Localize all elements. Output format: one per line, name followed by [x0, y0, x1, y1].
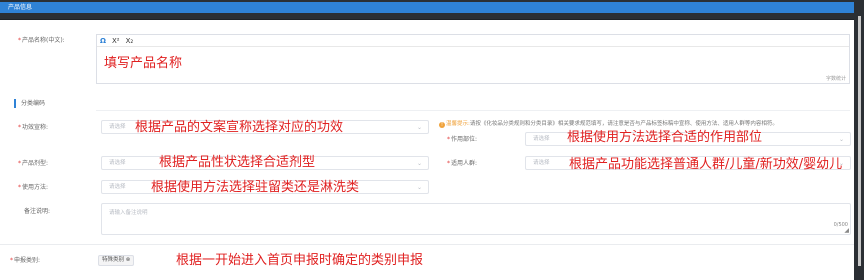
section-divider [96, 110, 850, 111]
superscript-icon[interactable]: X² [112, 36, 120, 46]
editor-toolbar: Ω X² X₂ [97, 35, 849, 47]
special-char-icon[interactable]: Ω [100, 36, 106, 46]
required-mark: * [18, 37, 21, 44]
remark-label: 备注说明: [24, 208, 51, 215]
efficacy-label: *功效宣称: [18, 124, 49, 131]
resize-handle-icon[interactable]: ◢ [844, 228, 849, 234]
declare-label: *申报类别: [10, 257, 41, 264]
category-tag-label: 特殊类别 ⊗ [102, 257, 131, 263]
word-count: 字数统计 [825, 76, 846, 82]
usage-annotation: 根据使用方法选择驻留类还是淋洗类 [151, 180, 360, 195]
declare-annotation: 根据一开始进入首页申报时确定的类别申报 [176, 253, 424, 268]
chevron-down-icon: ⌄ [416, 184, 422, 191]
section-marker [14, 99, 16, 108]
product-name-annotation: 填写产品名称 [104, 56, 183, 71]
scrollbar-track[interactable] [854, 0, 864, 280]
dosage-label: *产品剂型: [18, 160, 49, 167]
chevron-down-icon: ⌄ [416, 160, 422, 167]
panel-header: 产品信息 [0, 2, 854, 13]
notice-text: ! 温馨提示:请按《化妆品分类规则和分类目录》相关要求规范填写，请注意是否与产品标… [439, 121, 778, 128]
scrollbar-thumb[interactable] [858, 16, 861, 266]
textarea-placeholder: 请输入备注说明 [109, 210, 148, 216]
dosage-annotation: 根据产品性状选择合适剂型 [159, 155, 316, 170]
efficacy-annotation: 根据产品的文案宣称选择对应的功效 [135, 120, 344, 135]
chevron-down-icon: ⌄ [416, 124, 422, 131]
select-placeholder: 请选择 [109, 124, 126, 130]
section-title: 分类编码 [21, 100, 46, 107]
select-placeholder: 请选择 [533, 160, 550, 166]
area-annotation: 根据使用方法选择合适的作用部位 [567, 130, 763, 145]
section-divider [0, 244, 854, 245]
chevron-down-icon: ⌄ [838, 136, 844, 143]
panel-title: 产品信息 [8, 4, 33, 11]
usage-label: *使用方法: [18, 184, 49, 191]
warning-icon: ! [439, 122, 445, 128]
product-name-label: *产品名称(中文): [18, 37, 65, 44]
select-placeholder: 请选择 [109, 184, 126, 190]
category-tag[interactable]: 特殊类别 ⊗ [98, 255, 135, 266]
subscript-icon[interactable]: X₂ [126, 36, 134, 46]
area-label: *作用部位: [447, 136, 478, 143]
select-placeholder: 请选择 [109, 160, 126, 166]
product-name-editor[interactable]: Ω X² X₂ 字数统计 [96, 34, 850, 84]
people-annotation: 根据产品功能选择普通人群/儿童/新功效/婴幼儿 [569, 157, 843, 172]
remark-textarea[interactable]: 请输入备注说明 0/500 ◢ [101, 203, 851, 235]
people-label: *适用人群: [447, 160, 478, 167]
select-placeholder: 请选择 [533, 136, 550, 142]
